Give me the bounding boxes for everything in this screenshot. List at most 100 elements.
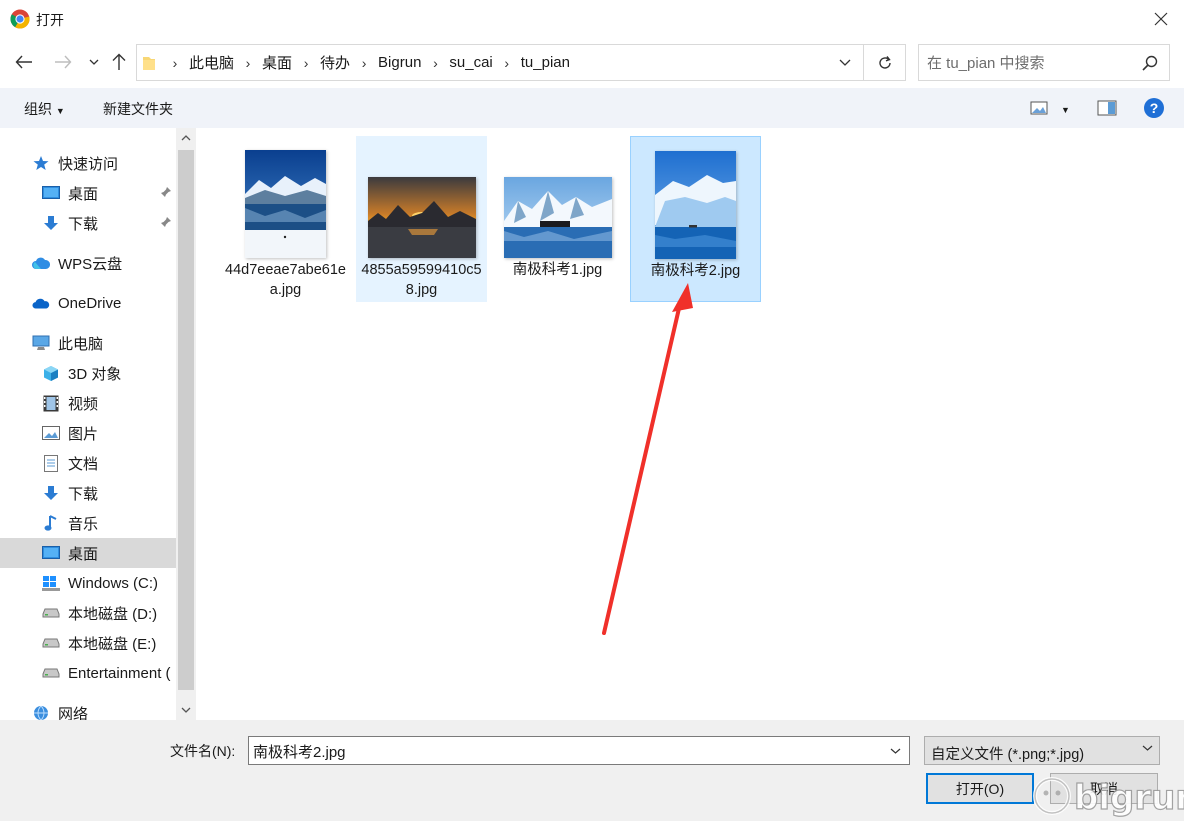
back-button[interactable]	[13, 51, 35, 73]
sidebar-item-desktop-pinned[interactable]: 桌面	[0, 178, 176, 208]
scroll-thumb[interactable]	[178, 150, 194, 690]
breadcrumb-tu-pian[interactable]: tu_pian	[519, 54, 572, 71]
sidebar-item-music[interactable]: 音乐	[0, 508, 176, 538]
breadcrumb-todo[interactable]: 待办	[318, 52, 352, 73]
breadcrumb-su-cai[interactable]: su_cai	[447, 54, 494, 71]
breadcrumb: › 此电脑 › 桌面 › 待办 › Bigrun › su_cai › tu_p…	[137, 45, 572, 80]
sidebar-item-wps-cloud[interactable]: WPS云盘	[0, 248, 176, 278]
view-dropdown-button[interactable]: ▼	[1061, 100, 1070, 116]
sidebar-item-pictures[interactable]: 图片	[0, 418, 176, 448]
sidebar-item-label: 下载	[68, 215, 99, 233]
preview-pane-button[interactable]	[1097, 100, 1117, 119]
sidebar-item-label: 3D 对象	[68, 365, 122, 383]
arrow-left-icon	[15, 55, 32, 69]
image-thumbnail-icon	[245, 150, 326, 258]
chevron-down-icon	[839, 59, 851, 66]
sidebar-item-documents[interactable]: 文档	[0, 448, 176, 478]
sidebar-item-onedrive[interactable]: OneDrive	[0, 288, 176, 318]
sidebar-item-label: 本地磁盘 (D:)	[68, 605, 158, 623]
search-box[interactable]	[918, 44, 1170, 81]
filename-combobox[interactable]	[248, 736, 910, 765]
sidebar-item-label: 文档	[68, 455, 99, 473]
onedrive-icon	[32, 294, 50, 312]
navigation-pane: 快速访问 桌面 下载 WPS云盘 OneDrive 此电脑 3D 对象 视频 图…	[0, 128, 196, 720]
file-item-antarctic-2[interactable]: 南极科考2.jpg	[630, 136, 761, 302]
address-bar[interactable]: › 此电脑 › 桌面 › 待办 › Bigrun › su_cai › tu_p…	[136, 44, 906, 81]
sidebar-item-downloads-pinned[interactable]: 下载	[0, 208, 176, 238]
help-button[interactable]: ?	[1143, 97, 1165, 122]
cloud-icon	[32, 254, 50, 272]
breadcrumb-separator-icon: ›	[245, 54, 251, 71]
star-icon	[32, 154, 50, 172]
sidebar-item-quick-access[interactable]: 快速访问	[0, 148, 176, 178]
chevron-down-icon	[89, 59, 99, 65]
sidebar-item-label: 网络	[58, 705, 89, 721]
windows-drive-icon	[42, 574, 60, 592]
sidebar-item-label: 桌面	[68, 545, 99, 563]
search-input[interactable]	[927, 52, 1137, 74]
pictures-icon	[42, 424, 60, 442]
image-thumbnail-icon	[367, 177, 476, 258]
chevron-down-icon	[181, 707, 191, 713]
sidebar-item-drive-c[interactable]: Windows (C:)	[0, 568, 176, 598]
dialog-footer: 文件名(N): 自定义文件 (*.png;*.jpg) 打开(O) 取消	[0, 720, 1184, 821]
filename-input[interactable]	[253, 741, 873, 761]
file-item-4855a59599410c58[interactable]: 4855a59599410c58.jpg	[356, 136, 487, 302]
file-item-antarctic-1[interactable]: 南极科考1.jpg	[492, 136, 623, 302]
folder-icon	[143, 56, 155, 70]
file-name: 南极科考2.jpg	[650, 263, 741, 279]
breadcrumb-separator-icon: ›	[303, 54, 309, 71]
sidebar-item-entertainment[interactable]: Entertainment (	[0, 658, 176, 688]
open-button[interactable]: 打开(O)	[926, 773, 1034, 804]
filename-dropdown-button[interactable]	[881, 737, 909, 764]
help-label: ?	[1150, 100, 1159, 116]
sidebar-item-label: 本地磁盘 (E:)	[68, 635, 157, 653]
forward-button[interactable]	[52, 51, 74, 73]
sidebar-item-drive-e[interactable]: 本地磁盘 (E:)	[0, 628, 176, 658]
new-folder-button[interactable]: 新建文件夹	[103, 99, 173, 119]
up-button[interactable]	[108, 51, 130, 73]
file-list[interactable]: 44d7eeae7abe61ea.jpg 4855a59599410c58.jp…	[196, 128, 1184, 720]
breadcrumb-bigrun[interactable]: Bigrun	[376, 54, 423, 71]
sidebar-item-label: 下载	[68, 485, 99, 503]
file-name: 4855a59599410c58.jpg	[361, 262, 482, 298]
cancel-button[interactable]: 取消	[1050, 773, 1158, 804]
refresh-button[interactable]	[863, 45, 905, 80]
scroll-up-button[interactable]	[176, 128, 196, 148]
sidebar-item-3d-objects[interactable]: 3D 对象	[0, 358, 176, 388]
close-button[interactable]	[1138, 0, 1184, 38]
recent-locations-button[interactable]	[83, 51, 105, 73]
image-thumbnail-icon	[503, 177, 612, 258]
breadcrumb-this-pc[interactable]: 此电脑	[187, 52, 236, 73]
view-options-button[interactable]	[1030, 100, 1050, 119]
file-type-select[interactable]: 自定义文件 (*.png;*.jpg)	[924, 736, 1160, 765]
organize-button[interactable]: 组织 ▼	[24, 99, 65, 119]
desktop-icon	[42, 184, 60, 202]
sidebar-scrollbar[interactable]	[176, 128, 196, 720]
sidebar-item-label: 音乐	[68, 515, 99, 533]
address-history-button[interactable]	[827, 45, 863, 80]
sidebar-item-label: 此电脑	[58, 335, 104, 353]
title-bar: 打开	[0, 0, 1184, 38]
sidebar-item-label: OneDrive	[58, 294, 122, 312]
file-item-44d7eeae7abe61ea[interactable]: 44d7eeae7abe61ea.jpg	[220, 136, 351, 302]
sidebar-item-label: WPS云盘	[58, 255, 123, 273]
breadcrumb-desktop[interactable]: 桌面	[260, 52, 294, 73]
thumbnail-container	[492, 136, 623, 258]
view-picture-icon	[1030, 101, 1048, 115]
sidebar-item-downloads[interactable]: 下载	[0, 478, 176, 508]
breadcrumb-separator-icon: ›	[361, 54, 367, 71]
scroll-down-button[interactable]	[176, 700, 196, 720]
sidebar-item-drive-d[interactable]: 本地磁盘 (D:)	[0, 598, 176, 628]
thumbnail-container	[356, 136, 487, 258]
computer-icon	[32, 334, 50, 352]
sidebar-item-network[interactable]: 网络	[0, 698, 176, 720]
sidebar-item-label: 图片	[68, 425, 99, 443]
music-icon	[42, 514, 60, 532]
arrow-right-icon	[55, 55, 72, 69]
video-icon	[42, 394, 60, 412]
sidebar-item-videos[interactable]: 视频	[0, 388, 176, 418]
sidebar-item-this-pc[interactable]: 此电脑	[0, 328, 176, 358]
sidebar-item-desktop[interactable]: 桌面	[0, 538, 176, 568]
sidebar-item-label: 快速访问	[58, 155, 119, 173]
